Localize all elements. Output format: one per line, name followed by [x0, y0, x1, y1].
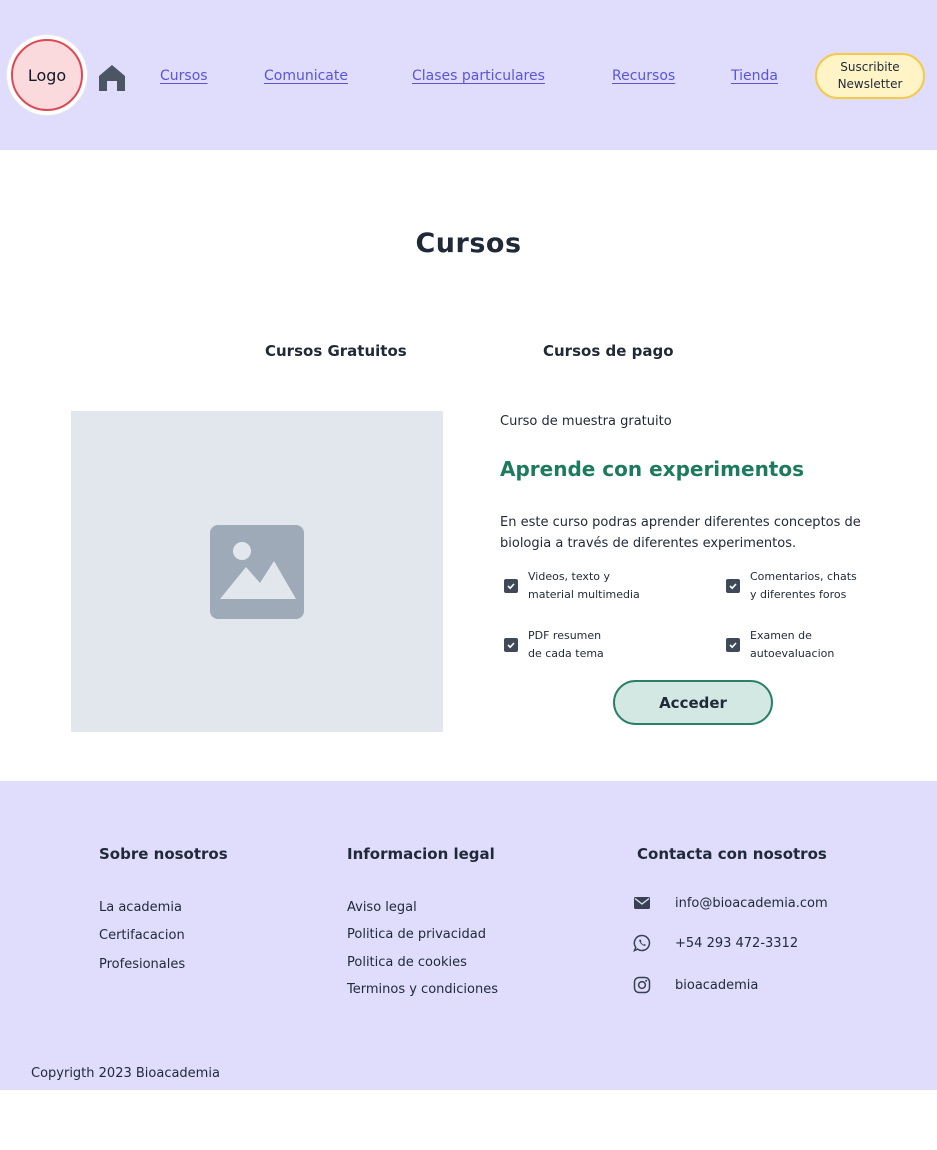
footer-link-privacidad[interactable]: Politica de privacidad [347, 927, 486, 942]
site-header: Logo Cursos Comunicate Clases particular… [0, 0, 937, 150]
logo-label: Logo [11, 39, 83, 111]
tab-cursos-de-pago[interactable]: Cursos de pago [543, 342, 674, 360]
nav-link-clases-particulares[interactable]: Clases particulares [412, 68, 545, 84]
footer-link-la-academia[interactable]: La academia [99, 900, 182, 915]
course-label: Curso de muestra gratuito [500, 414, 672, 429]
contact-email-text: info@bioacademia.com [675, 895, 828, 911]
newsletter-button[interactable]: Suscribite Newsletter [815, 53, 925, 99]
course-title: Aprende con experimentos [500, 457, 805, 481]
feature-item: Comentarios, chats y diferentes foros [726, 568, 857, 604]
feature-line2: material multimedia [528, 588, 640, 601]
checkbox-icon [504, 579, 518, 593]
contact-instagram[interactable]: bioacademia [633, 976, 758, 994]
feature-item: Examen de autoevaluacion [726, 627, 834, 663]
nav-link-cursos[interactable]: Cursos [160, 68, 208, 84]
contact-phone-text: +54 293 472-3312 [675, 935, 799, 951]
instagram-icon [633, 976, 651, 994]
image-placeholder-icon [210, 524, 304, 619]
checkbox-icon [726, 579, 740, 593]
contact-email[interactable]: info@bioacademia.com [633, 894, 828, 912]
footer-link-profesionales[interactable]: Profesionales [99, 957, 185, 972]
feature-line1: Videos, texto y [528, 570, 610, 583]
acceder-button[interactable]: Acceder [613, 680, 773, 725]
mail-icon [634, 897, 650, 909]
feature-line1: PDF resumen [528, 629, 602, 642]
contact-phone[interactable]: +54 293 472-3312 [633, 934, 798, 952]
footer-link-terminos[interactable]: Terminos y condiciones [347, 982, 498, 997]
copyright-text: Copyrigth 2023 Bioacademia [31, 1066, 220, 1081]
tab-cursos-gratuitos[interactable]: Cursos Gratuitos [265, 342, 407, 360]
page-title: Cursos [415, 228, 522, 259]
footer-link-aviso-legal[interactable]: Aviso legal [347, 900, 417, 915]
checkbox-icon [726, 638, 740, 652]
footer-heading-about: Sobre nosotros [99, 845, 228, 863]
feature-item: PDF resumen de cada tema [504, 627, 604, 663]
contact-instagram-text: bioacademia [675, 977, 759, 993]
footer-heading-contact: Contacta con nosotros [637, 845, 827, 863]
logo[interactable]: Logo [7, 35, 87, 115]
feature-line2: autoevaluacion [750, 647, 835, 660]
feature-line2: y diferentes foros [750, 588, 847, 601]
feature-line1: Comentarios, chats [750, 570, 857, 583]
nav-link-comunicate[interactable]: Comunicate [264, 68, 348, 84]
footer-heading-legal: Informacion legal [347, 845, 495, 863]
course-image [71, 411, 443, 732]
newsletter-line2: Newsletter [837, 77, 903, 91]
feature-line1: Examen de [750, 629, 812, 642]
nav-link-tienda[interactable]: Tienda [731, 68, 778, 84]
newsletter-line1: Suscribite [840, 60, 900, 74]
course-description: En este curso podras aprender diferentes… [500, 515, 861, 551]
nav-link-recursos[interactable]: Recursos [612, 68, 675, 84]
checkbox-icon [504, 638, 518, 652]
home-icon[interactable] [98, 64, 126, 92]
footer-link-certificacion[interactable]: Certifacacion [99, 928, 185, 943]
footer-link-cookies[interactable]: Politica de cookies [347, 955, 467, 970]
whatsapp-icon [633, 934, 651, 952]
feature-line2: de cada tema [528, 647, 604, 660]
feature-item: Videos, texto y material multimedia [504, 568, 640, 604]
